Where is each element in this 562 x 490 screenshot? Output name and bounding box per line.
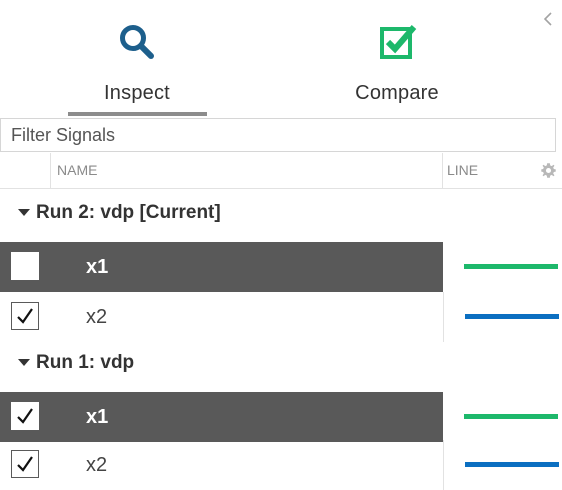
header-line-column[interactable]: LINE [443, 153, 562, 188]
line-swatch-blue [465, 314, 559, 319]
signal-name: x2 [86, 306, 108, 328]
line-swatch-blue [465, 462, 559, 467]
signal-name-cell: x1 [51, 392, 443, 442]
signal-row-run2-x2[interactable]: x2 [0, 292, 562, 342]
signal-name-cell: x2 [51, 440, 443, 490]
checkbox-cell [0, 392, 51, 442]
header-line-label: LINE [447, 162, 479, 178]
checkbox-cell [0, 242, 51, 292]
line-swatch-green [464, 264, 558, 269]
tab-inspect[interactable]: Inspect [67, 0, 207, 118]
line-style-cell[interactable] [443, 292, 562, 342]
tab-compare[interactable]: Compare [327, 0, 467, 118]
caret-down-icon[interactable] [18, 359, 30, 367]
run-1-label: Run 1: vdp [36, 352, 135, 373]
signal-name-cell: x1 [51, 242, 443, 292]
filter-signals-input[interactable] [0, 118, 556, 152]
line-style-cell[interactable] [443, 242, 562, 292]
line-swatch-green [464, 414, 558, 419]
tab-inspect-label: Inspect [104, 82, 170, 104]
signal-checkbox[interactable] [11, 450, 39, 478]
run-1-group-header[interactable]: Run 1: vdp [0, 340, 562, 386]
magnifier-icon [120, 25, 154, 59]
signal-table-header: NAME LINE [0, 153, 562, 189]
checkmark-box-icon [380, 25, 417, 59]
signal-name: x1 [86, 406, 109, 428]
header-name-column[interactable]: NAME [51, 153, 443, 188]
check-mark-icon [17, 456, 33, 472]
signal-row-run1-x1[interactable]: x1 [0, 392, 562, 442]
gear-icon[interactable] [540, 162, 557, 179]
signal-name-cell: x2 [51, 292, 443, 342]
check-mark-icon [17, 408, 33, 424]
tab-bar: Inspect Compare [0, 0, 562, 120]
signal-name: x2 [86, 454, 108, 476]
check-mark-icon [17, 308, 33, 324]
active-tab-indicator [68, 112, 207, 116]
line-style-cell[interactable] [443, 440, 562, 490]
signal-name: x1 [86, 256, 109, 278]
signal-checkbox[interactable] [11, 402, 39, 430]
line-style-cell[interactable] [443, 392, 562, 442]
header-checkbox-column [0, 153, 51, 188]
signal-row-run1-x2[interactable]: x2 [0, 440, 562, 490]
checkbox-cell [0, 292, 51, 342]
header-name-label: NAME [57, 162, 98, 178]
run-2-group-header[interactable]: Run 2: vdp [Current] [0, 190, 562, 236]
caret-down-icon[interactable] [18, 209, 30, 217]
checkbox-cell [0, 440, 51, 490]
signal-checkbox[interactable] [11, 302, 39, 330]
signal-row-run2-x1[interactable]: x1 [0, 242, 562, 292]
run-2-label: Run 2: vdp [Current] [36, 202, 221, 223]
signal-checkbox[interactable] [11, 252, 39, 280]
tab-compare-label: Compare [355, 82, 439, 104]
